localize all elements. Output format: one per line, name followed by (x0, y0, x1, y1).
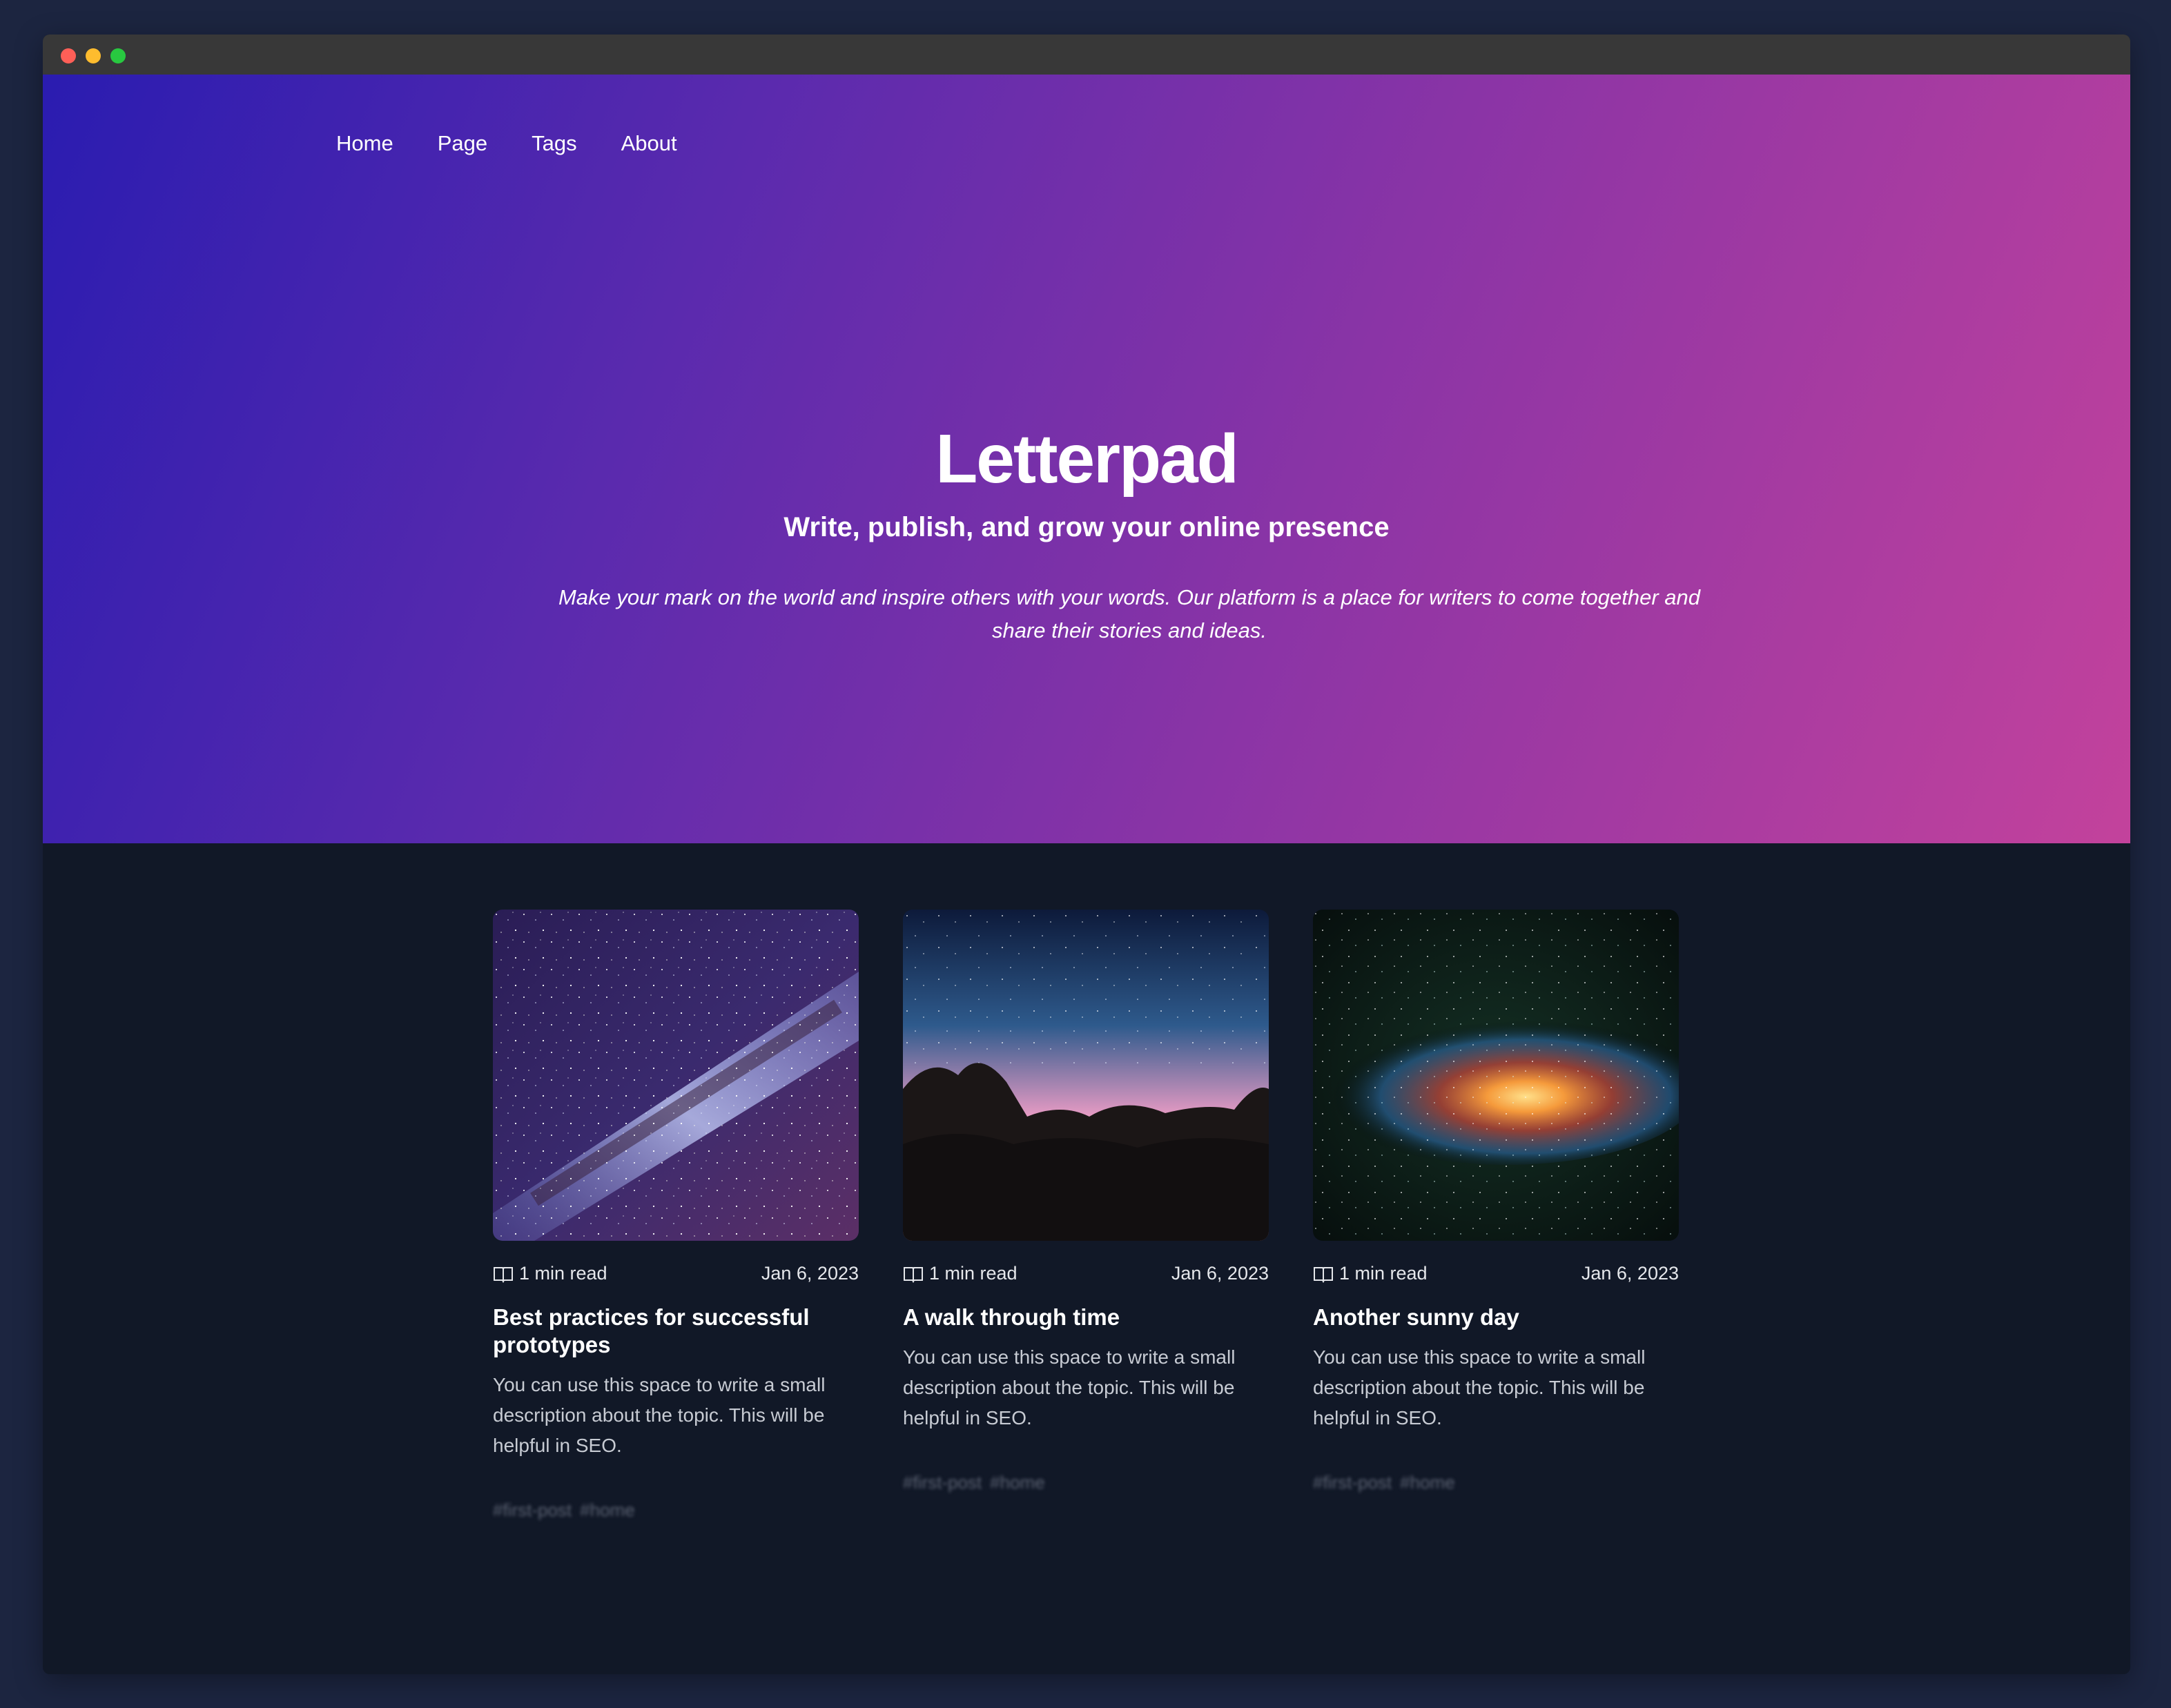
minimize-window-button[interactable] (86, 48, 101, 63)
book-icon (904, 1266, 923, 1283)
post-title[interactable]: A walk through time (903, 1304, 1269, 1331)
nav-item-home[interactable]: Home (336, 131, 393, 156)
nav-item-about[interactable]: About (621, 131, 677, 156)
post-description: You can use this space to write a small … (1313, 1346, 1646, 1429)
site-title: Letterpad (935, 420, 1239, 498)
post-meta: 1 min read Jan 6, 2023 (493, 1263, 859, 1284)
close-window-button[interactable] (61, 48, 76, 63)
tag-link[interactable]: #home (990, 1472, 1045, 1493)
post-date: Jan 6, 2023 (761, 1263, 859, 1284)
post-date: Jan 6, 2023 (1581, 1263, 1679, 1284)
post-meta: 1 min read Jan 6, 2023 (1313, 1263, 1679, 1284)
post-title[interactable]: Best practices for successful prototypes (493, 1304, 859, 1359)
galaxy-core-image[interactable] (1313, 910, 1679, 1241)
tag-link[interactable]: #first-post (903, 1472, 982, 1493)
post-tags: #first-post #home (903, 1472, 1269, 1493)
tag-link[interactable]: #first-post (1313, 1472, 1392, 1493)
post-card: 1 min read Jan 6, 2023 Another sunny day… (1313, 910, 1679, 1521)
tag-link[interactable]: #home (580, 1500, 635, 1521)
post-description: You can use this space to write a small … (903, 1346, 1236, 1429)
post-grid: 1 min read Jan 6, 2023 Best practices fo… (493, 910, 1679, 1521)
post-tags: #first-post #home (493, 1500, 859, 1521)
book-icon (494, 1266, 513, 1283)
post-date: Jan 6, 2023 (1171, 1263, 1269, 1284)
read-time: 1 min read (929, 1263, 1018, 1284)
post-card: 1 min read Jan 6, 2023 Best practices fo… (493, 910, 859, 1521)
post-card: 1 min read Jan 6, 2023 A walk through ti… (903, 910, 1269, 1521)
hero-banner: Home Page Tags About Letterpad Write, pu… (43, 75, 2130, 843)
rocky-sunset-night-image[interactable] (903, 910, 1269, 1241)
post-title[interactable]: Another sunny day (1313, 1304, 1679, 1331)
read-time: 1 min read (519, 1263, 607, 1284)
post-tags: #first-post #home (1313, 1472, 1679, 1493)
site-description: Make your mark on the world and inspire … (558, 585, 1701, 642)
maximize-window-button[interactable] (110, 48, 126, 63)
tag-link[interactable]: #first-post (493, 1500, 572, 1521)
read-time: 1 min read (1339, 1263, 1428, 1284)
tag-link[interactable]: #home (1400, 1472, 1455, 1493)
nav-item-page[interactable]: Page (438, 131, 487, 156)
book-icon (1314, 1266, 1333, 1283)
browser-window: Home Page Tags About Letterpad Write, pu… (43, 35, 2130, 1674)
post-meta: 1 min read Jan 6, 2023 (903, 1263, 1269, 1284)
site-subtitle: Write, publish, and grow your online pre… (783, 512, 1390, 542)
post-description: You can use this space to write a small … (493, 1374, 826, 1456)
window-titlebar (43, 35, 2130, 75)
milky-way-image[interactable] (493, 910, 859, 1241)
nav-item-tags[interactable]: Tags (532, 131, 576, 156)
main-nav: Home Page Tags About (336, 131, 677, 156)
